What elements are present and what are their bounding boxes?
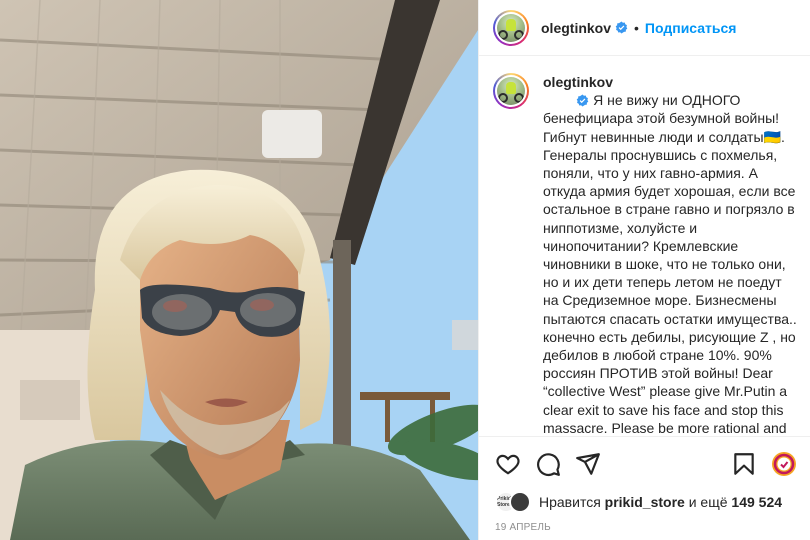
likes-count[interactable]: 149 524	[731, 494, 782, 510]
post-photo[interactable]	[0, 0, 478, 540]
verified-badge-icon	[576, 94, 589, 107]
action-bar	[479, 436, 810, 490]
post-caption: olegtinkov Я не вижу ни ОДНОГО бенефициа…	[543, 73, 797, 435]
post-header: olegtinkov • Подписаться	[479, 0, 810, 56]
verified-badge-icon	[615, 21, 628, 34]
paper-plane-icon[interactable]	[575, 451, 601, 477]
caption-username[interactable]: olegtinkov	[543, 74, 613, 90]
selfie-illustration	[0, 0, 478, 540]
follow-button[interactable]: Подписаться	[645, 20, 737, 36]
caption-author-avatar[interactable]	[493, 73, 529, 109]
caption-body: Я не вижу ни ОДНОГО бенефициара этой без…	[543, 92, 797, 435]
likes-summary: Prikid Store Нравится prikid_store и ещё…	[495, 489, 782, 515]
circular-arrow-icon[interactable]	[771, 451, 797, 477]
post-side-panel: olegtinkov • Подписаться olegtinkov Я не…	[478, 0, 810, 540]
likes-middle: и ещё	[688, 494, 728, 510]
liker-avatar-2[interactable]	[509, 491, 531, 513]
author-username[interactable]: olegtinkov	[541, 20, 611, 36]
author-avatar[interactable]	[493, 9, 529, 46]
heart-icon[interactable]	[495, 451, 521, 477]
caption-area: olegtinkov Я не вижу ни ОДНОГО бенефициа…	[479, 57, 810, 435]
liker-username[interactable]: prikid_store	[605, 494, 685, 510]
separator-dot: •	[634, 19, 639, 36]
post-date[interactable]: 19 АПРЕЛЬ	[495, 522, 551, 533]
comment-icon[interactable]	[535, 451, 561, 477]
likes-prefix: Нравится	[539, 494, 601, 510]
bookmark-icon[interactable]	[731, 451, 757, 477]
